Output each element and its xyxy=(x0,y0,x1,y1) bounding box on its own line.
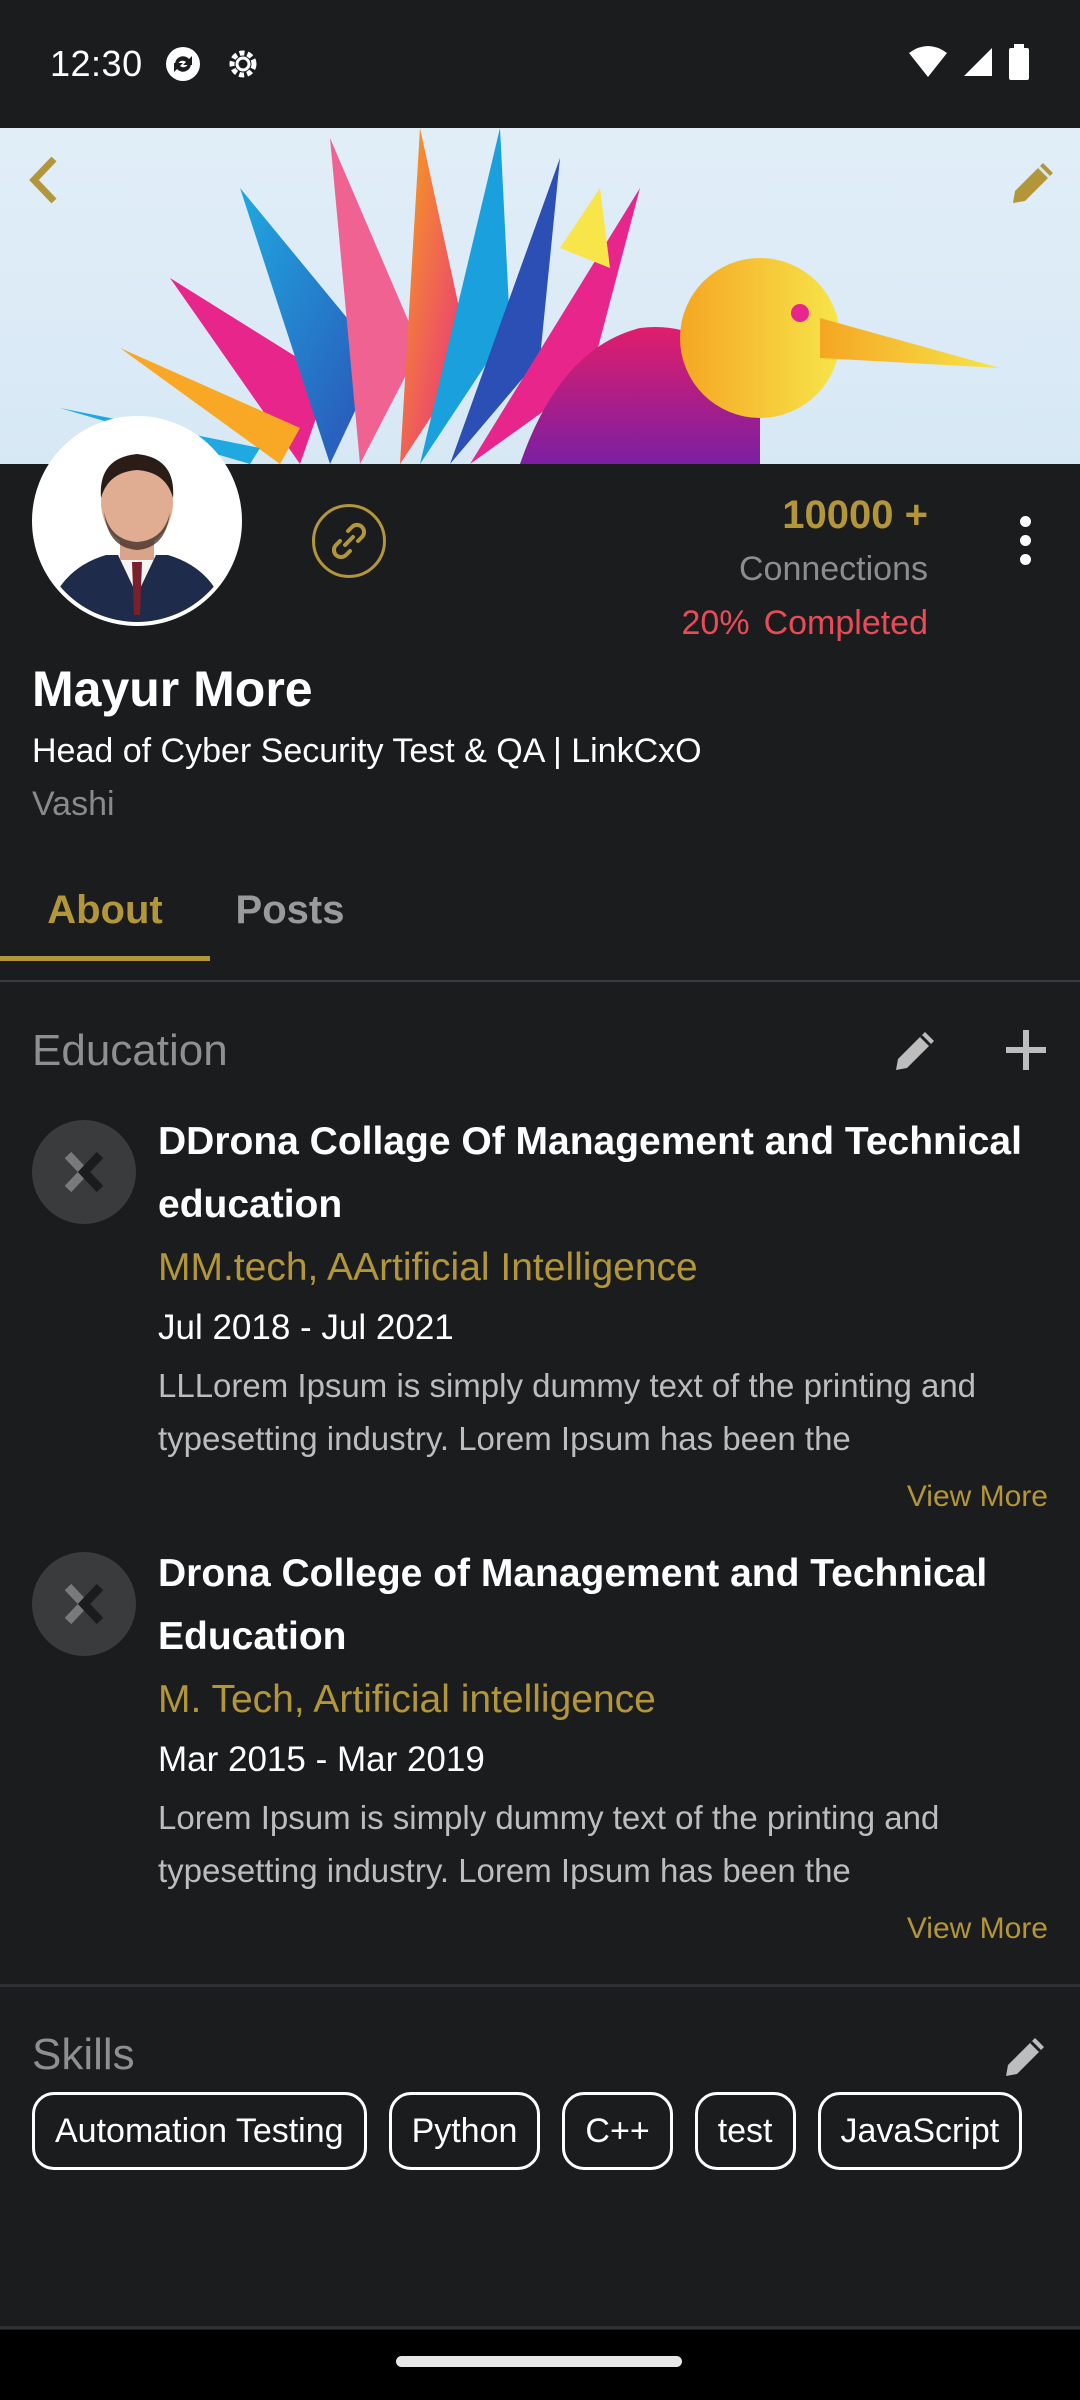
connections-label[interactable]: Connections xyxy=(682,542,928,596)
settings-gear-icon xyxy=(223,44,263,84)
skill-chip[interactable]: test xyxy=(694,2092,796,2170)
view-more-link[interactable]: View More xyxy=(907,1480,1048,1514)
skills-list: Automation Testing Python C++ test JavaS… xyxy=(32,2092,1052,2170)
edit-education-button[interactable] xyxy=(884,1018,948,1082)
hummingbird-cover-art xyxy=(60,128,1000,464)
degree: MM.tech, AArtificial Intelligence xyxy=(158,1246,698,1289)
section-divider xyxy=(0,2326,1080,2329)
profile-headline: Head of Cyber Security Test & QA | LinkC… xyxy=(32,732,702,770)
chevron-left-icon xyxy=(29,156,57,204)
battery-icon xyxy=(1008,43,1030,85)
pencil-icon xyxy=(896,1032,934,1070)
status-time: 12:30 xyxy=(50,43,143,84)
education-details: Drona College of Management and Technica… xyxy=(158,1542,1048,1897)
cellular-signal-icon xyxy=(962,46,994,83)
school-name: Drona College of Management and Technica… xyxy=(158,1552,988,1658)
more-vertical-icon xyxy=(1019,515,1031,565)
status-indicators xyxy=(908,43,1030,85)
profile-tabs: About Posts xyxy=(0,860,1080,982)
pencil-icon xyxy=(1013,163,1053,203)
placeholder-logo-icon xyxy=(32,1552,136,1656)
view-more-link[interactable]: View More xyxy=(907,1912,1048,1946)
skill-chip[interactable]: C++ xyxy=(562,2092,673,2170)
profile-photo xyxy=(36,420,238,622)
profile-location: Vashi xyxy=(32,785,115,823)
education-dates: Mar 2015 - Mar 2019 xyxy=(158,1740,485,1779)
more-options-button[interactable] xyxy=(1000,510,1050,570)
profile-screen: 12:30 10000 + Connections 20% Completed … xyxy=(0,0,1080,2400)
education-description: Lorem Ipsum is simply dummy text of the … xyxy=(158,1799,940,1889)
profile-completion: 20% Completed xyxy=(682,596,928,650)
share-profile-link-button[interactable] xyxy=(312,504,386,578)
education-details: DDrona Collage Of Management and Technic… xyxy=(158,1110,1048,1465)
profile-name: Mayur More xyxy=(32,661,313,717)
connections-count[interactable]: 10000 + xyxy=(682,488,928,542)
pencil-icon xyxy=(1006,2038,1044,2076)
avatar[interactable] xyxy=(32,416,242,626)
education-title: Education xyxy=(32,1026,228,1075)
sync-icon xyxy=(163,44,203,84)
section-divider xyxy=(0,1984,1080,1987)
edit-skills-button[interactable] xyxy=(994,2024,1058,2088)
tab-posts[interactable]: Posts xyxy=(210,860,370,960)
add-education-button[interactable] xyxy=(994,1018,1058,1082)
degree: M. Tech, Artificial intelligence xyxy=(158,1678,656,1721)
back-button[interactable] xyxy=(14,150,74,210)
cover-image xyxy=(0,128,1080,464)
education-dates: Jul 2018 - Jul 2021 xyxy=(158,1308,454,1347)
skill-chip[interactable]: Automation Testing xyxy=(32,2092,367,2170)
skill-chip[interactable]: Python xyxy=(388,2092,541,2170)
edit-cover-button[interactable] xyxy=(1002,150,1066,214)
school-name: DDrona Collage Of Management and Technic… xyxy=(158,1120,1022,1226)
completion-label: Completed xyxy=(763,604,928,642)
tab-about[interactable]: About xyxy=(0,860,210,960)
placeholder-logo-icon xyxy=(32,1120,136,1224)
home-gesture-handle[interactable] xyxy=(396,2356,682,2367)
skills-title: Skills xyxy=(32,2030,135,2079)
education-description: LLLorem Ipsum is simply dummy text of th… xyxy=(158,1367,977,1457)
status-bar: 12:30 xyxy=(0,0,1080,128)
link-icon xyxy=(331,522,367,560)
tab-selected-indicator xyxy=(0,956,210,961)
completion-percent: 20% xyxy=(681,604,750,642)
plus-icon xyxy=(1006,1030,1046,1070)
skill-chip[interactable]: JavaScript xyxy=(817,2092,1023,2170)
profile-stats: 10000 + Connections 20% Completed xyxy=(682,488,928,650)
wifi-icon xyxy=(908,45,948,84)
